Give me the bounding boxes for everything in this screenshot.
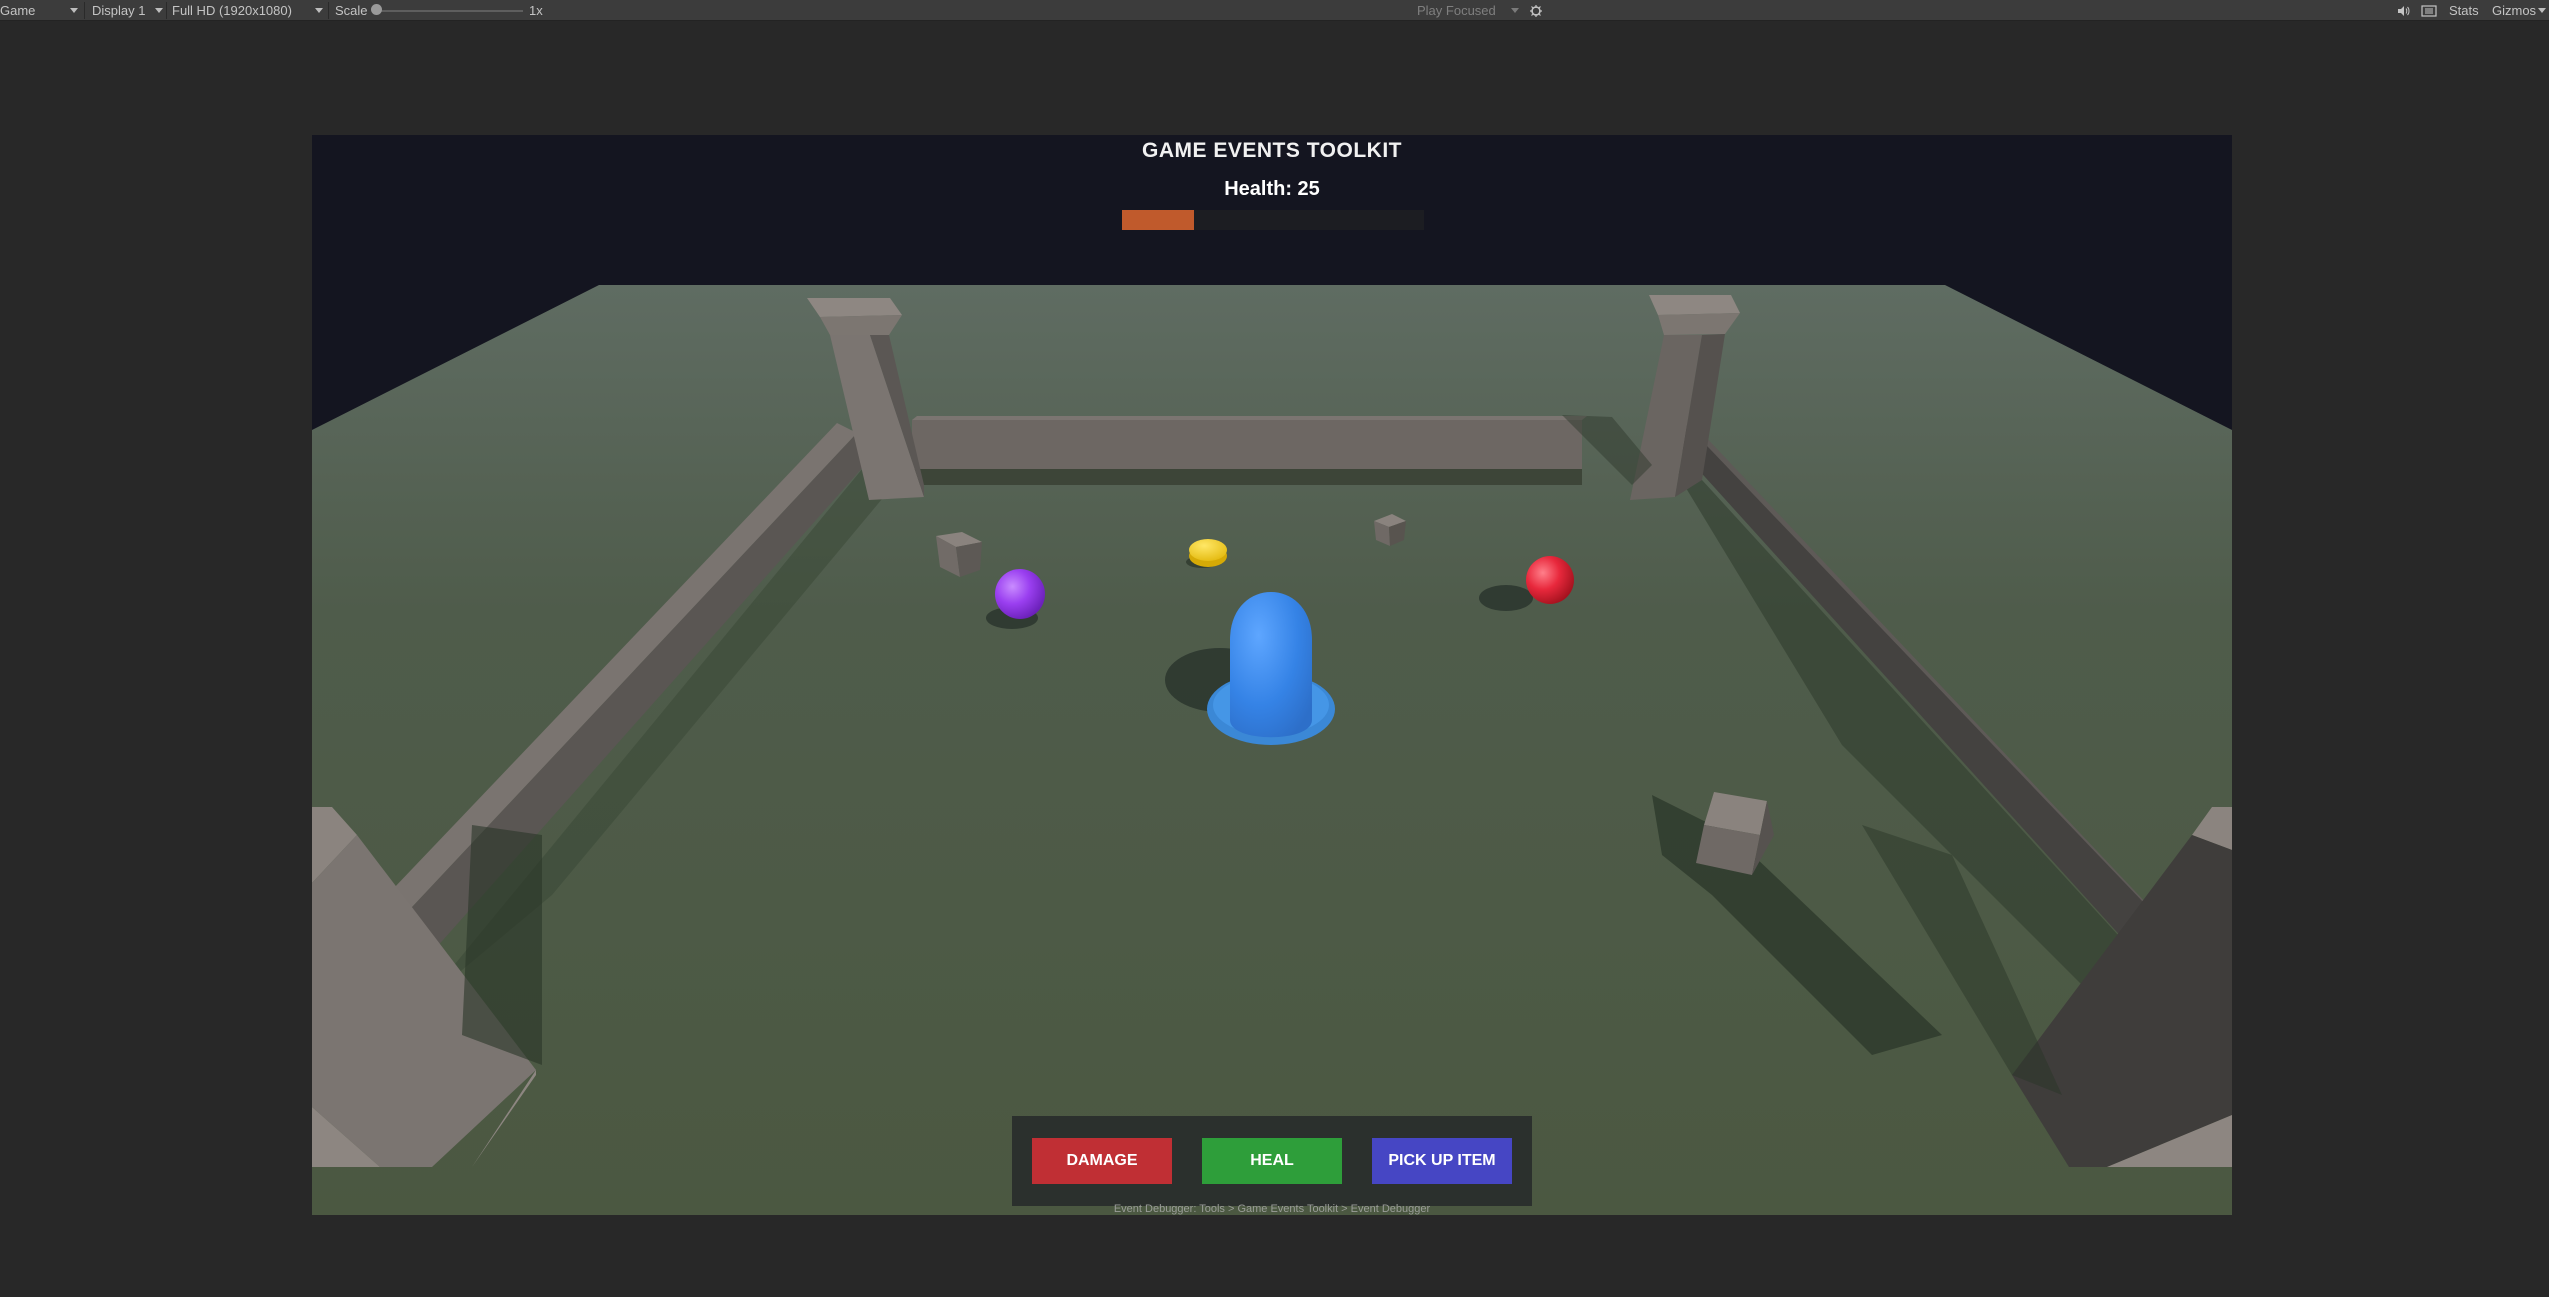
toolbar-divider [84,2,85,19]
gizmos-caret-icon[interactable] [2538,8,2546,13]
back-wall-top [912,416,1587,420]
health-bar-fill [1122,210,1195,230]
gizmos-button[interactable]: Gizmos [2492,0,2536,21]
heal-button[interactable]: HEAL [1202,1138,1342,1184]
scale-label: Scale [335,0,368,21]
scale-value: 1x [529,0,543,21]
play-mode-caret-icon [1511,8,1519,13]
stats-label: Stats [2449,3,2479,18]
yellow-coin [1189,539,1227,561]
arena-scene [312,285,2232,1215]
layout-icon[interactable] [2421,0,2437,21]
view-type-label: Game [0,3,36,18]
play-mode-dropdown[interactable]: Play Focused [1417,0,1496,21]
pillar-back-left-top [807,298,902,317]
red-orb-shadow [1479,585,1533,611]
back-wall-shadow [912,469,1582,485]
scale-label-text: Scale [335,3,368,18]
health-bar [1122,210,1424,230]
pick-up-item-button[interactable]: PICK UP ITEM [1372,1138,1512,1184]
damage-button[interactable]: DAMAGE [1032,1138,1172,1184]
game-view-toolbar: Game Display 1 Full HD (1920x1080) Scale… [0,0,2549,21]
scale-value-text: 1x [529,3,543,18]
scale-slider-track[interactable] [377,10,523,12]
back-wall-face [912,420,1582,469]
scale-slider-thumb[interactable] [371,4,382,15]
play-mode-label: Play Focused [1417,3,1496,18]
pillar-back-left-cap-face [820,315,902,335]
pillar-front-left-shadow [462,825,542,1065]
action-button-panel: DAMAGE HEAL PICK UP ITEM [1012,1116,1532,1206]
health-label: Health: 25 [1224,178,1320,200]
audio-mute-icon[interactable] [2396,0,2410,21]
event-debugger-hint: Event Debugger: Tools > Game Events Tool… [1113,1203,1431,1215]
red-orb [1526,556,1574,604]
view-type-dropdown[interactable]: Game [0,0,35,21]
gizmos-label: Gizmos [2492,3,2537,18]
game-title: GAME EVENTS TOOLKIT [1142,139,1402,162]
stats-button[interactable]: Stats [2449,0,2479,21]
debug-bug-icon[interactable] [1528,0,1544,21]
view-type-caret-icon [70,8,78,13]
pillar-back-right-top [1649,295,1740,315]
display-label: Display 1 [92,3,146,18]
toolbar-divider [328,2,329,19]
game-viewport[interactable]: GAME EVENTS TOOLKIT Health: 25 DAMAGE HE… [312,135,2232,1215]
resolution-dropdown[interactable]: Full HD (1920x1080) [172,0,292,21]
display-caret-icon [155,8,163,13]
resolution-label: Full HD (1920x1080) [172,3,292,18]
resolution-caret-icon [315,8,323,13]
display-dropdown[interactable]: Display 1 [92,0,145,21]
player-capsule [1230,592,1312,738]
purple-orb [995,569,1045,619]
toolbar-divider [166,2,167,19]
